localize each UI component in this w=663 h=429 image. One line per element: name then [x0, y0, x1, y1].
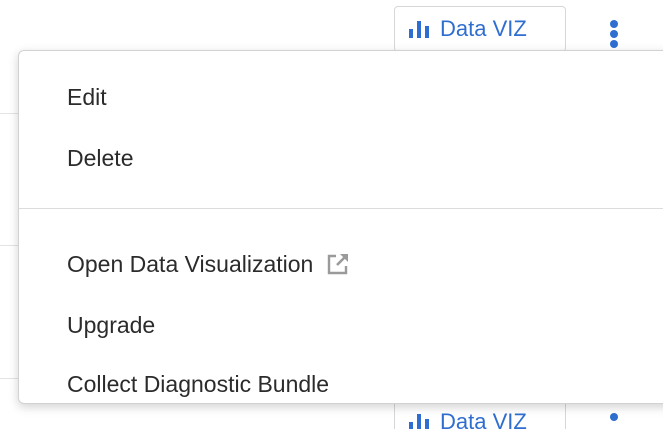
kebab-dot — [610, 413, 618, 421]
menu-item-label: Delete — [67, 145, 134, 171]
row-divider — [0, 113, 20, 114]
menu-item-label: Upgrade — [67, 312, 156, 338]
row-divider — [0, 245, 20, 246]
data-viz-button[interactable]: Data VIZ — [394, 6, 566, 52]
menu-item-label: Edit — [67, 84, 107, 110]
bar-chart-icon — [409, 20, 429, 38]
menu-item-delete[interactable]: Delete — [67, 138, 133, 178]
menu-item-collect-diagnostic-bundle[interactable]: Collect Diagnostic Bundle — [67, 364, 329, 404]
kebab-vertical-icon[interactable] — [604, 20, 624, 50]
data-viz-label: Data VIZ — [440, 409, 527, 429]
external-link-icon — [327, 253, 348, 275]
actions-dropdown-menu: Edit Delete Open Data Visualization Upgr… — [18, 50, 663, 404]
screen: Data VIZ Data VIZ Edit Delete Open Data … — [0, 0, 663, 429]
kebab-dot — [610, 40, 618, 48]
menu-item-edit[interactable]: Edit — [67, 77, 107, 117]
kebab-dot — [610, 20, 618, 28]
data-viz-label: Data VIZ — [440, 16, 527, 41]
menu-item-open-data-visualization[interactable]: Open Data Visualization — [67, 244, 350, 284]
row-divider — [0, 378, 20, 379]
bar-chart-icon — [409, 413, 429, 429]
menu-divider — [19, 208, 663, 209]
menu-item-label: Collect Diagnostic Bundle — [67, 371, 330, 397]
menu-item-label: Open Data Visualization — [67, 251, 314, 277]
menu-item-upgrade[interactable]: Upgrade — [67, 305, 155, 345]
kebab-dot — [610, 30, 618, 38]
kebab-vertical-icon[interactable] — [604, 413, 624, 429]
